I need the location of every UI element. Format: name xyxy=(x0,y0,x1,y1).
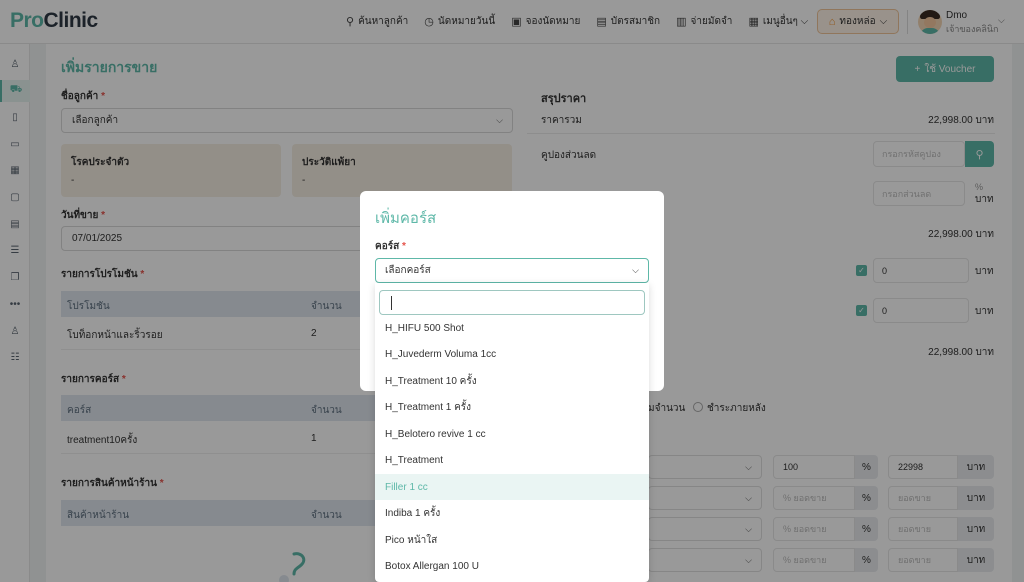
dropdown-option[interactable]: H_Juvederm Voluma 1cc xyxy=(375,342,649,368)
course-label: คอร์ส * xyxy=(375,241,406,252)
modal-title: เพิ่มคอร์ส xyxy=(375,210,437,227)
dropdown-option[interactable]: H_Treatment 1 ครั้ง xyxy=(375,395,649,421)
dropdown-option[interactable]: Botox Allergan 100 U xyxy=(375,554,649,580)
chevron-down-icon: ⌵ xyxy=(632,265,639,275)
course-dropdown: H_HIFU 500 Shot H_Juvederm Voluma 1cc H_Tr… xyxy=(375,283,649,582)
dropdown-option[interactable]: H_Belotero revive 1 cc xyxy=(375,421,649,447)
dropdown-option[interactable]: H_Treatment 10 ครั้ง xyxy=(375,368,649,394)
dropdown-option[interactable]: Pico หน้าใส xyxy=(375,527,649,553)
course-select[interactable]: เลือกคอร์ส ⌵ xyxy=(375,258,649,283)
dropdown-option[interactable]: Indiba 1 ครั้ง xyxy=(375,501,649,527)
course-select-value: เลือกคอร์ส xyxy=(385,265,431,276)
dropdown-option[interactable]: H_HIFU 500 Shot xyxy=(375,315,649,341)
dropdown-option[interactable]: H_Treatment xyxy=(375,448,649,474)
dropdown-search-input[interactable] xyxy=(379,290,645,315)
dropdown-option[interactable]: Filler 1 cc xyxy=(375,474,649,500)
